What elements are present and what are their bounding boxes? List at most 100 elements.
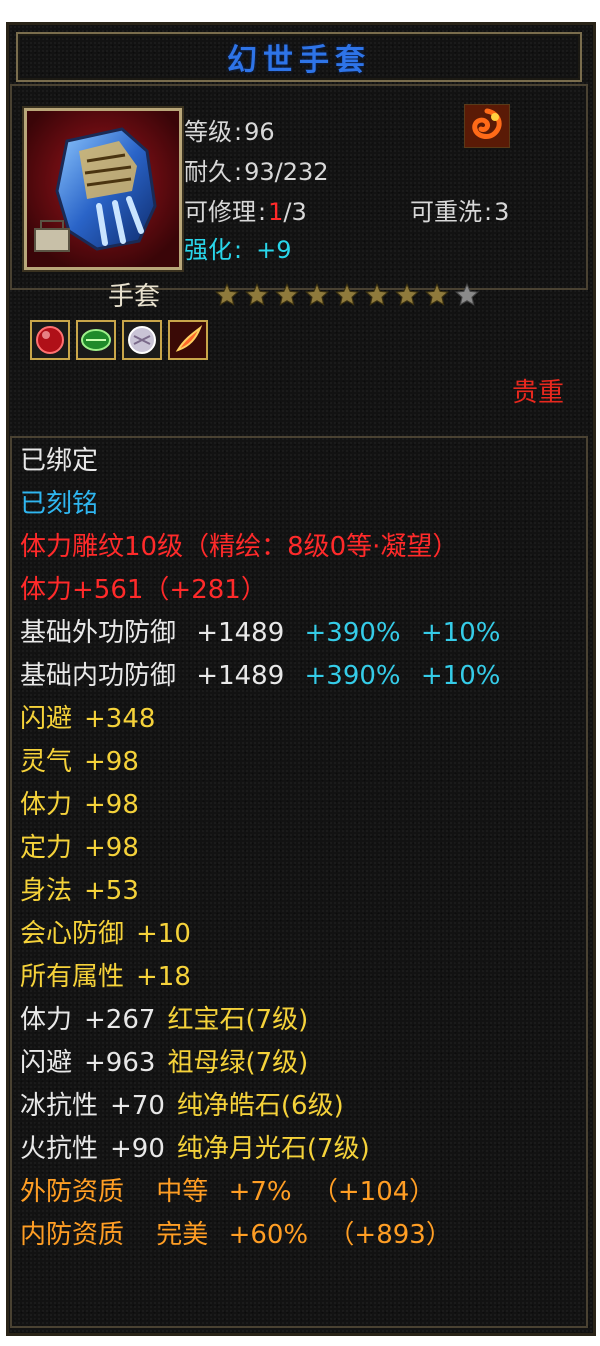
- level-row: 等级:96: [184, 118, 275, 146]
- repair-total: /3: [283, 198, 307, 226]
- attr-value: +53: [84, 876, 139, 906]
- gem-stat-name: 体力: [20, 1005, 73, 1035]
- gem-name: 红宝石(7级): [167, 1005, 309, 1035]
- level-value: 96: [244, 118, 275, 146]
- ruby-gem-icon: [36, 326, 64, 354]
- star-filled-icon: [424, 282, 450, 306]
- attr-name: 所有属性: [20, 962, 125, 992]
- ext-def-pct1: +390%: [304, 618, 401, 648]
- moonstone-gem-icon: [170, 322, 206, 358]
- quality-bonus: （+104）: [311, 1177, 436, 1207]
- reroll-label: 可重洗: [410, 198, 482, 226]
- star-filled-icon: [334, 282, 360, 306]
- enhance-label: 强化: [184, 236, 232, 264]
- attr-name: 定力: [20, 833, 73, 863]
- gem-stat-name: 闪避: [20, 1048, 73, 1078]
- attr-name: 体力: [20, 790, 73, 820]
- gem-name: 纯净皓石(6级): [176, 1091, 344, 1121]
- attr-value: +98: [84, 833, 139, 863]
- gem-slot-emerald[interactable]: [76, 320, 116, 360]
- durability-row: 耐久:93/232: [184, 158, 329, 186]
- diamond-gem-icon: [128, 326, 156, 354]
- attr-line: 灵气 +98: [20, 741, 500, 784]
- star-empty-icon: [454, 282, 480, 306]
- ext-def-pct2: +10%: [420, 618, 501, 648]
- gem-stat-name: 冰抗性: [20, 1091, 99, 1121]
- quality-name: 内防资质: [20, 1220, 125, 1250]
- repair-row: 可修理:1/3: [184, 198, 307, 226]
- int-def-label: 基础内功防御: [20, 661, 177, 691]
- external-defense-line: 基础外功防御 +1489 +390% +10%: [20, 612, 500, 655]
- quality-line: 外防资质 中等 +7% （+104）: [20, 1171, 500, 1214]
- star-rating: [214, 282, 480, 308]
- attr-name: 闪避: [20, 704, 73, 734]
- engraved-status: 已刻铭: [20, 489, 99, 519]
- carving-line: 体力雕纹10级（精绘：8级0等·凝望）: [20, 532, 459, 562]
- ext-def-value: +1489: [196, 618, 285, 648]
- emerald-gem-icon: [81, 329, 111, 351]
- attr-name: 灵气: [20, 747, 73, 777]
- star-filled-icon: [274, 282, 300, 306]
- attr-line: 会心防御 +10: [20, 913, 500, 956]
- attr-line: 身法 +53: [20, 870, 500, 913]
- int-def-pct2: +10%: [420, 661, 501, 691]
- quality-line: 内防资质 完美 +60% （+893）: [20, 1214, 500, 1257]
- gem-stat-line: 火抗性 +90 纯净月光石(7级): [20, 1128, 500, 1171]
- attr-line: 所有属性 +18: [20, 956, 500, 999]
- star-filled-icon: [364, 282, 390, 306]
- attr-value: +18: [136, 962, 191, 992]
- attr-line: 闪避 +348: [20, 698, 500, 741]
- rarity-label: 贵重: [511, 378, 564, 408]
- attr-line: 定力 +98: [20, 827, 500, 870]
- star-filled-icon: [244, 282, 270, 306]
- gem-slot-ruby[interactable]: [30, 320, 70, 360]
- durability-label: 耐久: [184, 158, 232, 186]
- attr-value: +98: [84, 747, 139, 777]
- item-type: 手套: [108, 282, 161, 312]
- int-def-pct1: +390%: [304, 661, 401, 691]
- quality-pct: +7%: [228, 1177, 292, 1207]
- gem-stat-value: +70: [110, 1091, 165, 1121]
- gem-slots: [30, 320, 208, 360]
- enhance-row: 强化: +9: [184, 236, 292, 264]
- durability-value: 93/232: [244, 158, 329, 186]
- item-name: 幻世手套: [227, 43, 371, 78]
- gem-stat-line: 体力 +267 红宝石(7级): [20, 999, 500, 1042]
- fire-skill-icon[interactable]: [464, 104, 510, 148]
- bound-status: 已绑定: [20, 446, 99, 476]
- quality-grade: 完美: [156, 1220, 209, 1250]
- reroll-value: 3: [494, 198, 510, 226]
- quality-pct: +60%: [228, 1220, 309, 1250]
- int-def-value: +1489: [196, 661, 285, 691]
- stat-lines: 已绑定 已刻铭 体力雕纹10级（精绘：8级0等·凝望） 体力+561（+281）…: [20, 440, 500, 1257]
- star-filled-icon: [394, 282, 420, 306]
- item-icon-frame[interactable]: [24, 108, 182, 270]
- enhance-value: +9: [256, 236, 292, 264]
- level-label: 等级: [184, 118, 232, 146]
- repair-label: 可修理: [184, 198, 256, 226]
- ext-def-label: 基础外功防御: [20, 618, 177, 648]
- attr-line: 体力 +98: [20, 784, 500, 827]
- reroll-row: 可重洗:3: [410, 198, 510, 226]
- gem-stat-line: 闪避 +963 祖母绿(7级): [20, 1042, 500, 1085]
- gem-name: 祖母绿(7级): [167, 1048, 309, 1078]
- repair-current: 1: [268, 198, 284, 226]
- attr-name: 身法: [20, 876, 73, 906]
- attr-name: 会心防御: [20, 919, 125, 949]
- item-title-bar: 幻世手套: [16, 32, 582, 82]
- gem-stat-value: +963: [84, 1048, 156, 1078]
- quality-grade: 中等: [156, 1177, 209, 1207]
- attr-value: +10: [136, 919, 191, 949]
- internal-defense-line: 基础内功防御 +1489 +390% +10%: [20, 655, 500, 698]
- gem-stat-name: 火抗性: [20, 1134, 99, 1164]
- gauntlet-icon: [27, 111, 179, 267]
- attr-value: +348: [84, 704, 156, 734]
- vitality-bonus-line: 体力+561（+281）: [20, 575, 267, 605]
- gem-slot-moonstone[interactable]: [168, 320, 208, 360]
- gem-slot-diamond[interactable]: [122, 320, 162, 360]
- star-filled-icon: [214, 282, 240, 306]
- fire-swirl-icon: [465, 105, 509, 147]
- gem-stat-line: 冰抗性 +70 纯净皓石(6级): [20, 1085, 500, 1128]
- attr-value: +98: [84, 790, 139, 820]
- gem-stat-value: +267: [84, 1005, 156, 1035]
